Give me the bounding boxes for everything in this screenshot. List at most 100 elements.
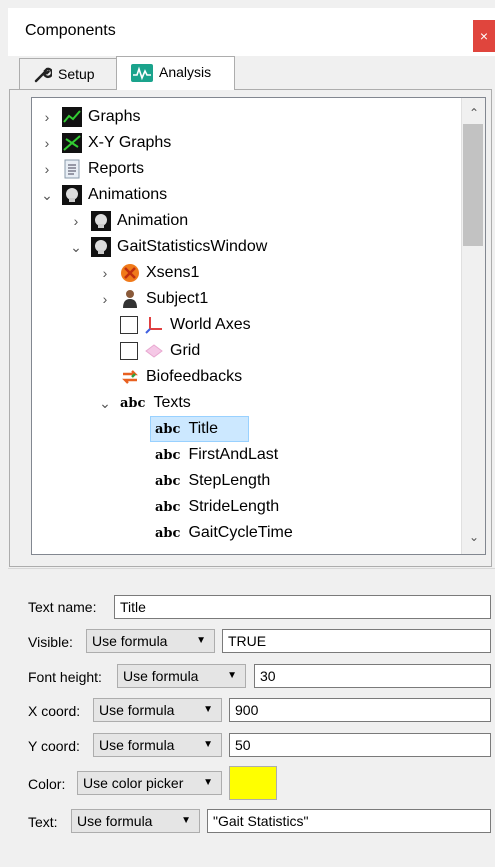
x-coord-label: X coord: (28, 703, 81, 719)
tree-item-texts[interactable]: ⌄ abc Texts (32, 390, 462, 416)
font-height-mode-dropdown[interactable]: Use formula ▼ (117, 664, 246, 688)
font-height-mode-value: Use formula (123, 668, 199, 684)
abc-icon: abc (120, 395, 146, 411)
tree-item-label: Animations (88, 186, 168, 203)
tree-item-grid[interactable]: Grid (32, 338, 462, 364)
tree-item-label: Xsens1 (146, 264, 200, 281)
y-coord-label: Y coord: (28, 738, 80, 754)
tree-item-subject1[interactable]: › Subject1 (32, 286, 462, 312)
grid-checkbox[interactable] (120, 342, 138, 360)
color-mode-value: Use color picker (83, 775, 184, 791)
collapse-icon[interactable]: ⌄ (69, 239, 83, 256)
tree-item-world-axes[interactable]: World Axes (32, 312, 462, 338)
person-icon (123, 290, 137, 308)
skull-icon (62, 185, 82, 205)
tree-item-label: X-Y Graphs (88, 134, 172, 151)
tree-item-label: Grid (170, 342, 201, 359)
tab-analysis[interactable]: Analysis (116, 56, 235, 90)
tab-setup[interactable]: Setup (19, 58, 117, 90)
skull-icon (91, 237, 111, 257)
tree-item-label: Animation (117, 212, 189, 229)
text-label: Text: (28, 814, 58, 830)
skull-icon (91, 211, 111, 231)
abc-icon: abc (155, 525, 181, 541)
tree-item-title[interactable]: abc Title (32, 416, 462, 442)
tree-item-graphs[interactable]: › Graphs (32, 104, 462, 130)
y-coord-mode-value: Use formula (99, 737, 175, 753)
abc-icon: abc (155, 473, 181, 489)
axes-icon (145, 317, 162, 334)
wrench-icon (34, 68, 54, 83)
visible-mode-value: Use formula (92, 633, 168, 649)
font-height-field[interactable]: 30 (254, 664, 491, 688)
dropdown-arrow-icon: ▼ (196, 635, 206, 646)
tree-item-animations[interactable]: ⌄ Animations (32, 182, 462, 208)
tree-item-label: Graphs (88, 108, 141, 125)
tree-item-steplength[interactable]: abc StepLength (32, 468, 462, 494)
visible-label: Visible: (28, 634, 73, 650)
expand-icon[interactable]: › (98, 265, 112, 281)
color-swatch-button[interactable] (229, 766, 277, 800)
tree-item-label: GaitCycleTime (188, 524, 293, 541)
text-field[interactable]: "Gait Statistics" (207, 809, 491, 833)
tree-item-label: Reports (88, 160, 145, 177)
x-coord-mode-value: Use formula (99, 702, 175, 718)
color-mode-dropdown[interactable]: Use color picker ▼ (77, 771, 222, 795)
text-name-label: Text name: (28, 599, 97, 615)
tree-item-label: StrideLength (188, 498, 280, 515)
xsens-icon (121, 264, 139, 282)
scroll-up-icon[interactable]: ⌃ (462, 106, 486, 120)
report-icon (64, 159, 80, 179)
expand-icon[interactable]: › (40, 161, 54, 177)
selected-item-highlight: abc Title (150, 416, 250, 442)
visible-mode-dropdown[interactable]: Use formula ▼ (86, 629, 215, 653)
x-coord-mode-dropdown[interactable]: Use formula ▼ (93, 698, 222, 722)
close-button[interactable]: × (473, 20, 495, 52)
text-mode-dropdown[interactable]: Use formula ▼ (71, 809, 200, 833)
x-coord-field[interactable]: 900 (229, 698, 491, 722)
dropdown-arrow-icon: ▼ (203, 777, 213, 788)
world-axes-checkbox[interactable] (120, 316, 138, 334)
visible-field[interactable]: TRUE (222, 629, 491, 653)
expand-icon[interactable]: › (40, 109, 54, 125)
tree-item-biofeedbacks[interactable]: Biofeedbacks (32, 364, 462, 390)
tree-item-xsens1[interactable]: › Xsens1 (32, 260, 462, 286)
y-coord-mode-dropdown[interactable]: Use formula ▼ (93, 733, 222, 757)
dropdown-arrow-icon: ▼ (203, 704, 213, 715)
graph-icon (62, 107, 82, 127)
tab-analysis-label: Analysis (159, 64, 212, 80)
tree-item-gaitcycletime[interactable]: abc GaitCycleTime (32, 520, 462, 546)
grid-icon (145, 344, 163, 358)
divider (8, 568, 495, 569)
tree-item-label: Subject1 (146, 290, 209, 307)
tree-item-label: World Axes (170, 316, 251, 333)
text-name-field[interactable]: Title (114, 595, 491, 619)
collapse-icon[interactable]: ⌄ (40, 187, 54, 204)
expand-icon[interactable]: › (98, 291, 112, 307)
tree-item-label: Biofeedbacks (146, 368, 243, 385)
text-mode-value: Use formula (77, 813, 153, 829)
expand-icon[interactable]: › (69, 213, 83, 229)
collapse-icon[interactable]: ⌄ (98, 395, 112, 412)
abc-icon: abc (155, 421, 181, 437)
abc-icon: abc (155, 447, 181, 463)
expand-icon[interactable]: › (40, 135, 54, 151)
tree-item-firstandlast[interactable]: abc FirstAndLast (32, 442, 462, 468)
window-title: Components (25, 22, 116, 39)
y-coord-field[interactable]: 50 (229, 733, 491, 757)
tree-item-label: Texts (153, 394, 191, 411)
tree-item-label: GaitStatisticsWindow (117, 238, 268, 255)
tree-item-stridelength[interactable]: abc StrideLength (32, 494, 462, 520)
tree-item-animation[interactable]: › Animation (32, 208, 462, 234)
xy-graph-icon (62, 133, 82, 153)
tree-item-xy-graphs[interactable]: › X-Y Graphs (32, 130, 462, 156)
scrollbar-thumb[interactable] (463, 124, 483, 246)
tab-setup-label: Setup (58, 66, 95, 82)
dropdown-arrow-icon: ▼ (181, 815, 191, 826)
title-bar: Components × (8, 8, 495, 56)
tree-item-gaitstatisticswindow[interactable]: ⌄ GaitStatisticsWindow (32, 234, 462, 260)
component-tree[interactable]: › Graphs › X-Y Graphs › Reports ⌄ Animat… (31, 97, 486, 555)
tree-item-label: StepLength (188, 472, 271, 489)
tree-item-reports[interactable]: › Reports (32, 156, 462, 182)
scroll-down-icon[interactable]: ⌄ (462, 530, 486, 544)
